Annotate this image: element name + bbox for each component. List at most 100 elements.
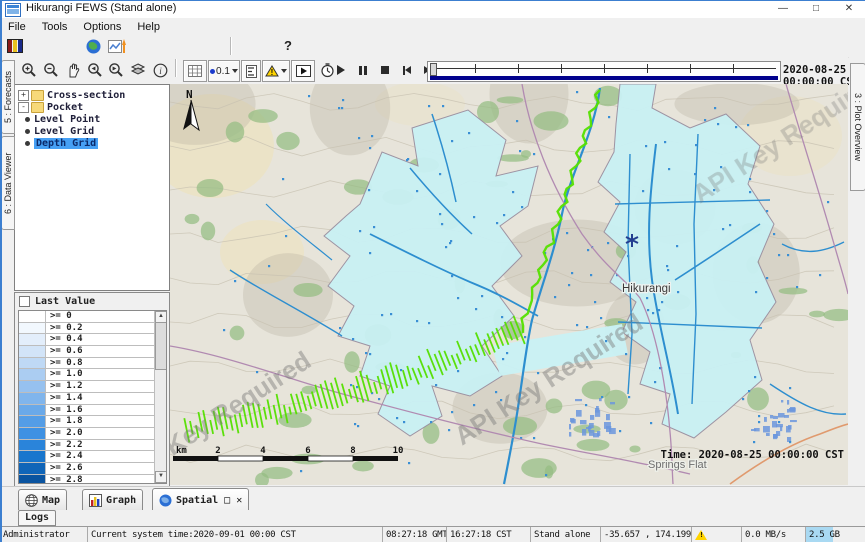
legend-row: >= 0 [19, 311, 166, 323]
legend-row: >= 0.8 [19, 358, 166, 370]
side-tab-forecasts[interactable]: 5 : Forecasts [1, 60, 15, 134]
tree-label: Level Point [34, 114, 100, 125]
minimize-button[interactable]: — [768, 0, 798, 18]
tree-item-level-point[interactable]: Level Point [15, 113, 169, 125]
zoom-next-button[interactable] [107, 61, 125, 79]
legend-threshold-label: >= 1.6 [46, 405, 166, 416]
legend-swatch [19, 475, 46, 484]
zoom-previous-button[interactable] [86, 61, 104, 79]
pan-button[interactable] [64, 61, 82, 79]
side-tab-plot-overview[interactable]: 3 : Plot Overview [850, 63, 865, 191]
zoom-in-button[interactable] [20, 61, 38, 79]
close-button[interactable]: ✕ [834, 0, 864, 18]
legend-threshold-label: >= 0.2 [46, 323, 166, 334]
logs-tab[interactable]: Logs [18, 510, 56, 526]
tab-map[interactable]: Map [18, 489, 67, 511]
window-border-top [0, 0, 865, 1]
bullet-icon [25, 117, 30, 122]
tree-expander-icon[interactable]: + [18, 90, 29, 101]
status-memory[interactable]: 2.5 GB [805, 527, 865, 542]
wireframe-globe-icon [25, 494, 38, 507]
legend-threshold-label: >= 2.2 [46, 440, 166, 451]
svg-text:2: 2 [215, 446, 220, 456]
globe-icon [86, 39, 101, 54]
status-text: -35.657 , 174.199 [604, 530, 691, 540]
menu-tools[interactable]: Tools [34, 21, 76, 33]
status-throughput[interactable]: 0.0 MB/s [741, 527, 805, 542]
colored-bars-icon [7, 39, 23, 53]
warning-icon[interactable] [695, 530, 707, 540]
app-window: Hikurangi FEWS (Stand alone) — □ ✕ FileT… [0, 0, 865, 542]
map-view[interactable]: API Key Required API Key Required API Ke… [170, 84, 848, 485]
status-bar: AdministratorCurrent system time:2020-09… [0, 526, 865, 542]
menu-help[interactable]: Help [129, 21, 168, 33]
legend-swatch [19, 416, 46, 427]
timeline-slider[interactable] [427, 61, 781, 82]
tree-label: Level Grid [34, 126, 94, 137]
tab-maximize-icon[interactable]: □ [224, 495, 230, 506]
side-tab-data-viewer[interactable]: 6 : Data Viewer [1, 136, 15, 230]
last-value-checkbox[interactable] [19, 296, 30, 307]
chart-arrow-icon[interactable] [107, 38, 126, 54]
legend-swatch [19, 311, 46, 322]
svg-text:i: i [159, 66, 162, 76]
play-button[interactable] [333, 63, 349, 77]
scale-legend-button[interactable] [241, 60, 261, 82]
legend-threshold-label: >= 1.0 [46, 369, 166, 380]
legend-swatch [19, 358, 46, 369]
tree-item-level-grid[interactable]: Level Grid [15, 125, 169, 137]
legend-swatch [19, 334, 46, 345]
spatial-display-icon[interactable] [85, 38, 102, 54]
tree-item-cross-section[interactable]: +Cross-section [15, 89, 169, 101]
timeseries-display-icon[interactable] [6, 38, 24, 54]
legend-row: >= 2.8 [19, 475, 166, 484]
status-coordinates: -35.657 , 174.199 [600, 527, 691, 542]
tree-item-depth-grid[interactable]: Depth Grid [15, 137, 169, 149]
legend-table: >= 0>= 0.2>= 0.4>= 0.6>= 0.8>= 1.0>= 1.2… [18, 310, 167, 484]
grid-layer-button[interactable] [183, 60, 207, 82]
maximize-button[interactable]: □ [801, 0, 831, 18]
info-button[interactable]: i [151, 61, 169, 79]
tab-graph[interactable]: Graph [82, 489, 143, 511]
scroll-down-icon[interactable]: ▼ [155, 471, 167, 483]
legend-scrollbar[interactable]: ▲ ▼ [154, 311, 166, 483]
legend-swatch [19, 440, 46, 451]
animation-button[interactable] [291, 60, 315, 82]
stop-button[interactable] [377, 63, 393, 77]
help-button[interactable]: ? [280, 36, 296, 54]
magnifier-icon [108, 62, 124, 78]
tree-item-pocket[interactable]: -Pocket [15, 101, 169, 113]
svg-text:4: 4 [260, 446, 266, 456]
legend-row: >= 1.2 [19, 381, 166, 393]
legend-threshold-label: >= 2.4 [46, 451, 166, 462]
status-mode: Stand alone [530, 527, 600, 542]
timeline-handle[interactable] [430, 63, 437, 76]
legend-threshold-label: >= 1.4 [46, 393, 166, 404]
info-icon: i [153, 63, 168, 78]
scrollbar-thumb[interactable] [155, 322, 167, 370]
pause-button[interactable] [355, 63, 371, 77]
status-warning[interactable] [691, 527, 741, 542]
layers-button[interactable] [129, 61, 147, 79]
step-first-button[interactable] [399, 63, 415, 77]
warnings-dropdown[interactable]: ! [262, 60, 290, 82]
legend-swatch [19, 346, 46, 357]
main-toolbar: ? [0, 35, 865, 58]
magnifier-icon [43, 62, 59, 78]
tab-graph-label: Graph [106, 495, 136, 506]
magnifier-icon [87, 62, 103, 78]
zoom-out-button[interactable] [42, 61, 60, 79]
tab-close-icon[interactable]: ✕ [236, 495, 242, 506]
tree-expander-icon[interactable]: - [18, 102, 29, 113]
tab-spatial[interactable]: Spatial □ ✕ [152, 488, 249, 512]
legend-threshold-label: >= 0 [46, 311, 166, 322]
last-value-label: Last Value [35, 296, 95, 307]
scale-unit-label: km [176, 446, 187, 456]
tab-spatial-label: Spatial [176, 495, 218, 506]
legend-row: >= 2.4 [19, 451, 166, 463]
window-title: Hikurangi FEWS (Stand alone) [26, 2, 176, 14]
legend-swatch [19, 393, 46, 404]
menu-options[interactable]: Options [75, 21, 129, 33]
menu-file[interactable]: File [0, 21, 34, 33]
contour-interval-dropdown[interactable]: 0.1 [208, 60, 240, 82]
